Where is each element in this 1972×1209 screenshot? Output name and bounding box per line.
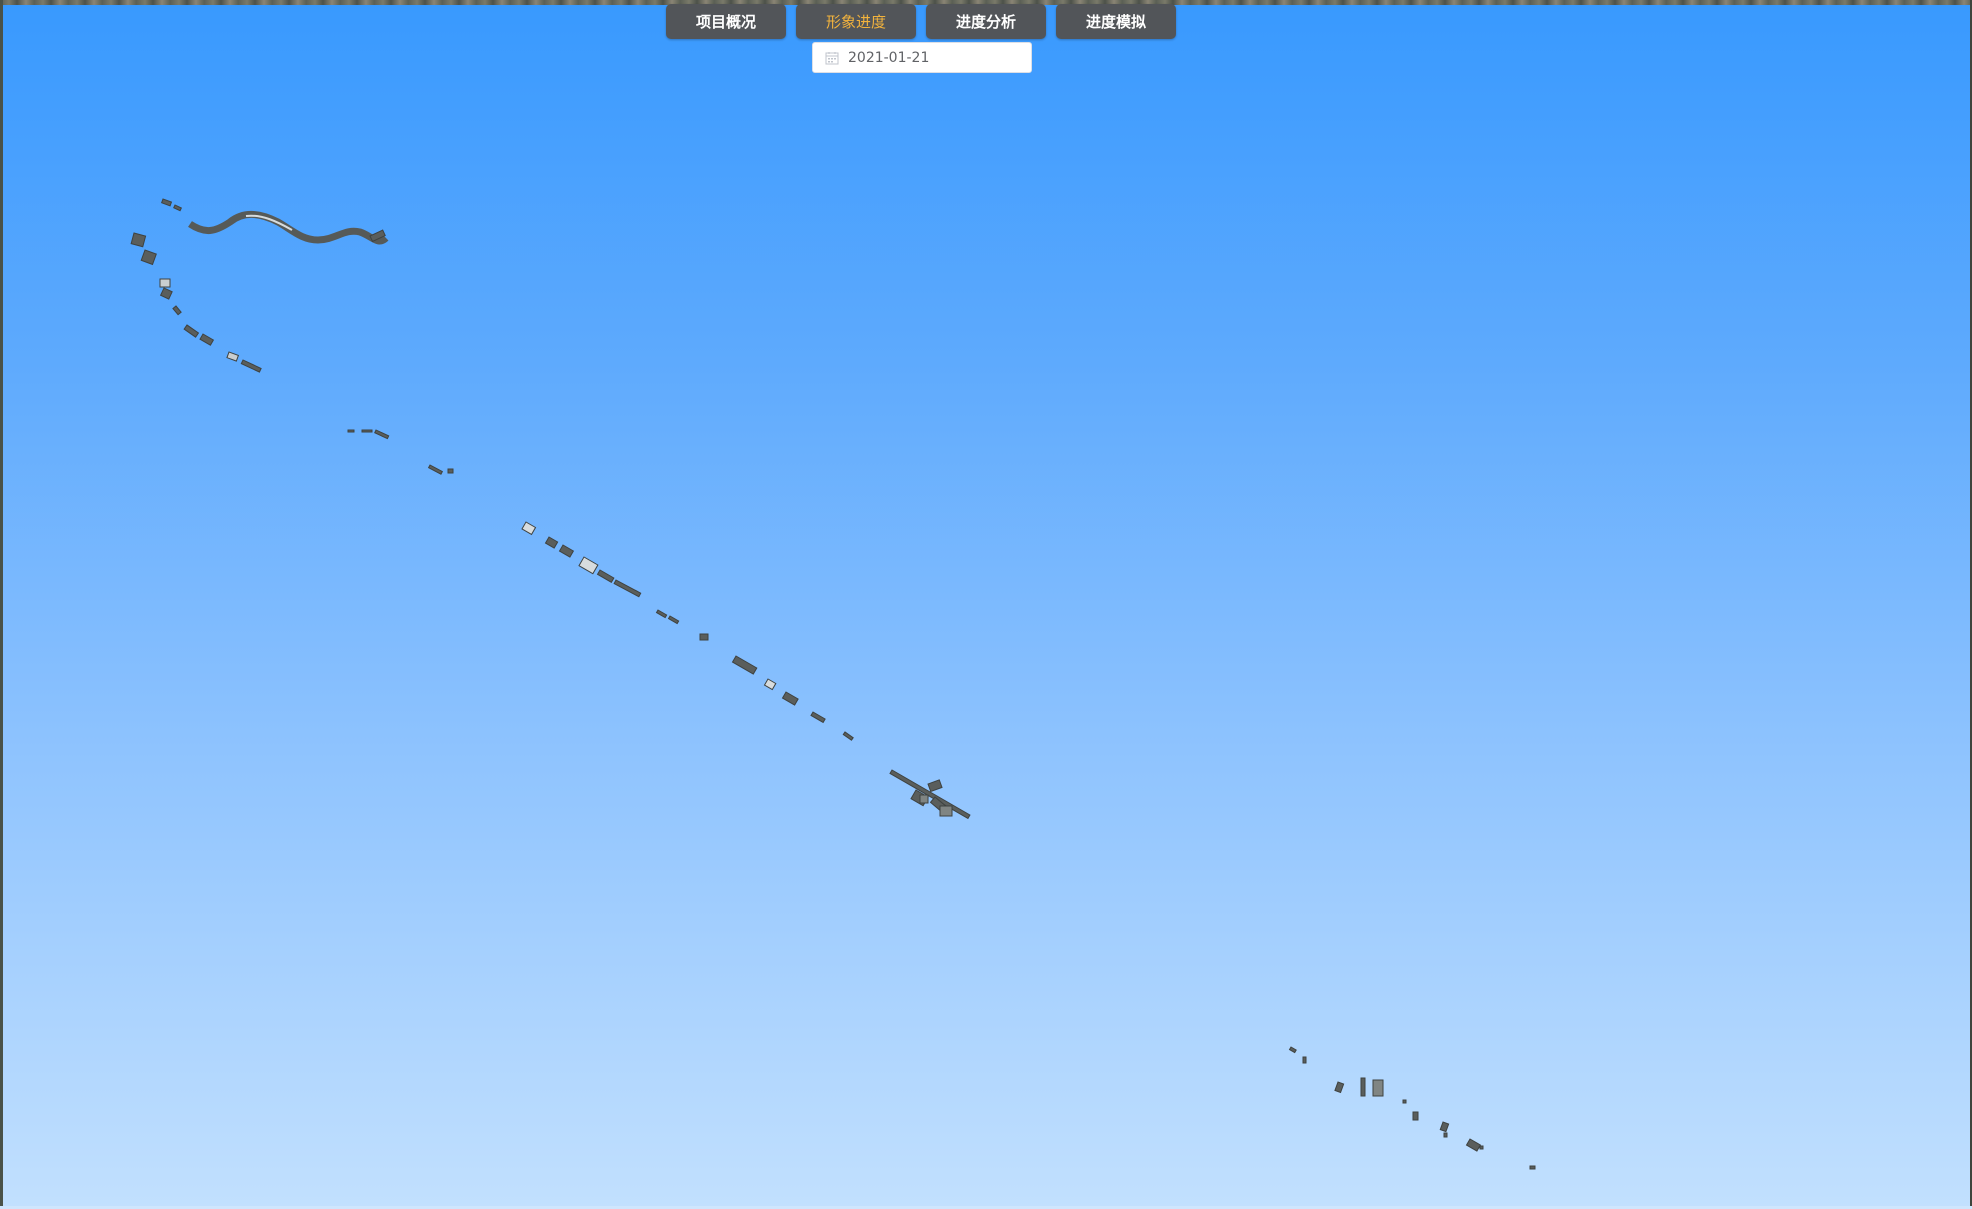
model-segment-west-arc[interactable]	[130, 232, 262, 373]
tab-image-progress[interactable]: 形象进度	[796, 4, 916, 39]
date-picker[interactable]	[812, 42, 1032, 73]
date-input[interactable]	[848, 49, 1008, 66]
3d-viewport[interactable]	[0, 0, 1972, 1209]
model-segment-diagonal[interactable]	[521, 521, 854, 741]
bim-model-scene[interactable]	[0, 0, 1972, 1209]
model-segment-mid-north[interactable]	[347, 429, 454, 475]
tab-project-overview[interactable]: 项目概况	[666, 4, 786, 39]
model-segment-central-junction[interactable]	[889, 769, 971, 820]
model-segment-north-curve[interactable]	[160, 198, 389, 245]
frame-edge	[0, 0, 3, 1209]
model-segment-south-east[interactable]	[1288, 1046, 1536, 1170]
tab-progress-simulation[interactable]: 进度模拟	[1056, 4, 1176, 39]
tab-progress-analysis[interactable]: 进度分析	[926, 4, 1046, 39]
top-nav: 项目概况 形象进度 进度分析 进度模拟	[666, 4, 1176, 39]
calendar-icon	[825, 51, 839, 64]
